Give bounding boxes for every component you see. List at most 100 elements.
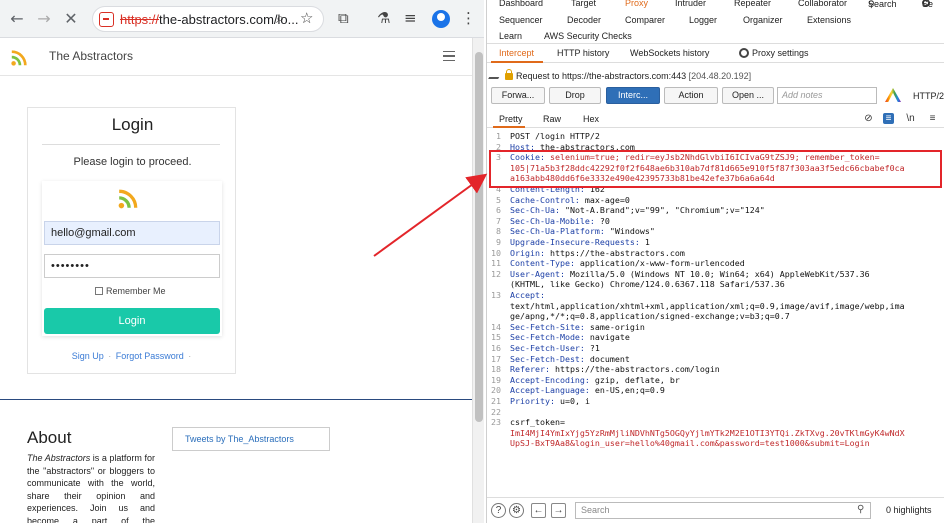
tab-decoder[interactable]: Decoder [567,15,601,25]
address-bar[interactable]: https://the-abstractors.com/lo... [92,6,324,32]
kebab-menu-icon[interactable]: ⋮ [461,8,476,28]
line-number: 21 [491,396,501,406]
line-code: Accept-Language: en-US,en;q=0.9 [510,385,665,396]
profile-avatar-icon[interactable] [432,10,450,28]
header-name: Sec-Ch-Ua-Platform: [510,226,605,237]
highlight-color-icon[interactable] [885,88,901,102]
site-name[interactable]: The Abstractors [49,49,133,63]
subtab-websockets-history[interactable]: WebSockets history [630,48,709,58]
tab-target[interactable]: Target [571,0,596,8]
search-placeholder: Search [581,505,610,515]
eye-off-icon[interactable]: ⊘ [863,113,874,124]
media-queue-icon[interactable]: ≡ [404,8,417,28]
about-title: About [27,428,72,447]
settings-gear-icon[interactable]: ⚙ [509,503,524,518]
zoom-icon[interactable]: ⌕ [276,8,284,28]
help-icon[interactable]: ? [491,503,506,518]
line-number: 14 [491,321,501,332]
tab-organizer[interactable]: Organizer [743,15,783,25]
header-value: en-US,en;q=0.9 [589,385,665,396]
search-input[interactable]: Search ⚲ [575,502,871,519]
subtab-intercept[interactable]: Intercept [499,48,534,58]
intercept-toggle-button[interactable]: Interc... [606,87,660,104]
footer-divider [0,399,472,400]
not-secure-icon[interactable] [99,12,114,27]
header-value: "Not-A.Brand";v="99", "Chromium";v="124" [559,205,765,216]
bookmark-star-icon[interactable]: ☆ [300,8,313,28]
sign-up-link[interactable]: Sign Up [72,351,104,361]
line-code: Sec-Ch-Ua-Mobile: ?0 [510,216,610,227]
previous-arrow-icon[interactable]: ← [531,503,546,518]
second-tab-row: Sequencer Decoder Comparer Logger Organi… [487,14,944,29]
extensions-icon[interactable]: ⧉ [338,8,349,28]
tab-aws-security-checks[interactable]: AWS Security Checks [544,31,632,41]
header-value: ImI4MjI4YmIxYjg5YzRmMjliNDVhNTg5OGQyYjlm… [510,427,905,438]
subtab-http-history[interactable]: HTTP history [557,48,609,58]
separator-dot: · [108,351,112,361]
list-icon[interactable]: ≡ [883,113,894,124]
line-number: 19 [491,374,501,385]
checkbox-icon[interactable] [95,287,103,295]
forward-button[interactable]: Forwa... [491,87,545,104]
about-text: The Abstractors is a platform for the "a… [27,453,155,523]
tab-learn[interactable]: Learn [499,31,522,41]
subtab-proxy-settings[interactable]: Proxy settings [739,48,809,58]
drop-button[interactable]: Drop [549,87,601,104]
line-number: 9 [496,237,501,247]
password-field[interactable]: •••••••• [44,254,220,278]
edit-pencil-icon[interactable] [488,69,504,79]
tab-extensions[interactable]: Extensions [807,15,851,25]
forgot-password-link[interactable]: Forgot Password [116,351,184,361]
line-code: Sec-Fetch-Dest: document [510,354,630,365]
remember-me-checkbox[interactable]: Remember Me [95,286,166,296]
site-logo-icon[interactable] [10,49,28,67]
newline-icon[interactable]: \n [905,113,916,124]
view-tab-raw[interactable]: Raw [543,114,561,124]
forward-arrow-icon[interactable]: → [33,8,55,30]
header-value: (KHTML, like Gecko) Chrome/124.0.6367.11… [510,279,785,290]
header-name: Sec-Fetch-Dest: [510,353,585,364]
action-button[interactable]: Action [664,87,718,104]
header-name: User-Agent: [510,268,565,279]
line-code: Cache-Control: max-age=0 [510,195,630,206]
header-name: Cache-Control: [510,194,580,205]
hamburger-menu-icon[interactable] [443,51,455,61]
tab-dashboard[interactable]: Dashboard [499,0,543,8]
page-scrollbar[interactable] [472,38,484,523]
divider [42,144,220,145]
back-arrow-icon[interactable]: ← [6,8,28,30]
line-number: 16 [491,343,501,353]
tab-intruder[interactable]: Intruder [675,0,706,8]
view-tab-hex[interactable]: Hex [583,114,599,124]
lab-flask-icon[interactable]: ⚗ [377,8,390,28]
browser-window: ← → ✕ https://the-abstractors.com/lo... … [0,0,484,523]
login-button[interactable]: Login [44,308,220,334]
view-tab-pretty[interactable]: Pretty [499,114,523,124]
email-field[interactable]: hello@gmail.com [44,221,220,245]
form-logo-icon [118,189,138,209]
highlights-count: 0 highlights [886,505,932,515]
tab-collaborator[interactable]: Collaborator [798,0,847,8]
line-number: 5 [496,194,501,205]
line-number: 15 [491,332,501,343]
menu-icon[interactable]: ≡ [927,113,938,124]
tab-proxy[interactable]: Proxy [625,0,648,8]
tweets-link[interactable]: Tweets by The_Abstractors [172,427,330,451]
header-value: https://the-abstractors.com/login [549,364,720,375]
notes-input[interactable]: Add notes [777,87,877,104]
header-value: navigate [584,332,630,343]
line-number: 10 [491,247,501,258]
scroll-thumb[interactable] [475,52,483,422]
search-icon: ⚲ [857,504,865,515]
tab-comparer[interactable]: Comparer [625,15,665,25]
tab-logger[interactable]: Logger [689,15,717,25]
header-value: gzip, deflate, br [589,374,680,385]
address-url[interactable]: https://the-abstractors.com/lo... [120,12,298,27]
next-arrow-icon[interactable]: → [551,503,566,518]
header-value: max-age=0 [579,194,630,205]
header-name: Accept: [510,290,545,300]
tab-sequencer[interactable]: Sequencer [499,15,543,25]
open-browser-button[interactable]: Open ... [722,87,774,104]
tab-repeater[interactable]: Repeater [734,0,771,8]
stop-loading-icon[interactable]: ✕ [60,8,82,30]
